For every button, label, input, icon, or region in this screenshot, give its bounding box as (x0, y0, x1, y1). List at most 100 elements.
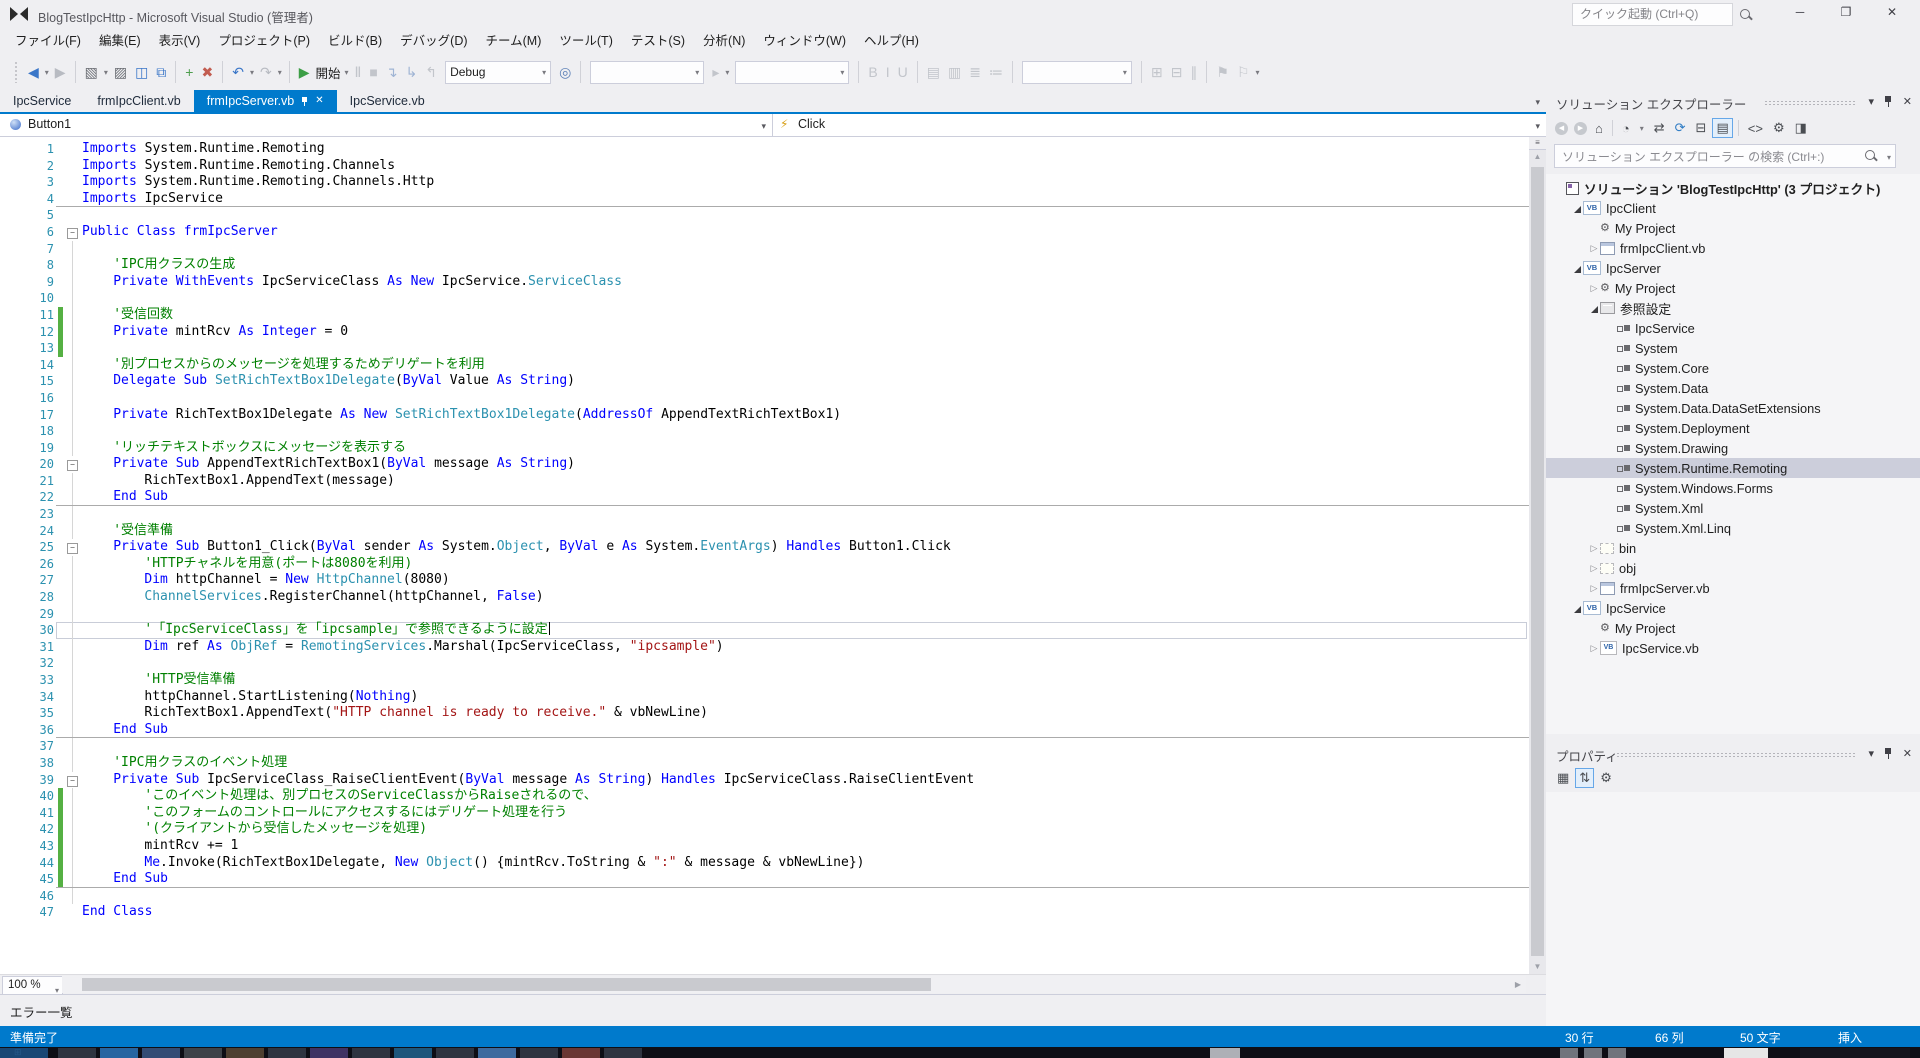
taskbar-app[interactable] (58, 1048, 96, 1058)
minimize-button[interactable]: ─ (1778, 0, 1822, 24)
start-debug-dropdown[interactable]: ▾ (343, 68, 351, 77)
code-line[interactable]: 33 'HTTP受信準備 (0, 672, 1529, 689)
se-switch-views-icon[interactable]: ⇄ (1650, 118, 1669, 138)
tree-item[interactable]: ▷ ⚙ My Project (1546, 278, 1920, 298)
replace-combo[interactable]: ▾ (735, 60, 850, 84)
stop-icon[interactable]: ■ (365, 60, 381, 84)
tree-item[interactable]: System.Windows.Forms (1546, 478, 1920, 498)
code-line[interactable]: 8 'IPC用クラスの生成 (0, 257, 1529, 274)
code-line[interactable]: 22 End Sub (0, 489, 1529, 507)
code-line[interactable]: 38 'IPC用クラスのイベント処理 (0, 754, 1529, 772)
tab-frmipcclient-vb[interactable]: frmIpcClient.vb (84, 90, 193, 112)
tree-item[interactable]: VB IpcService (1546, 598, 1920, 618)
pin-icon[interactable] (301, 96, 308, 106)
windows-taskbar[interactable]: ⊞ (0, 1047, 1920, 1058)
code-line[interactable]: 10 (0, 290, 1529, 307)
bookmark-icon[interactable]: ⚑ (1212, 60, 1233, 84)
expanded-arrow-icon[interactable] (1571, 261, 1583, 276)
chevron-down-icon[interactable]: ▾ (761, 121, 766, 132)
code-line[interactable]: 25 − Private Sub Button1_Click(ByVal sende… (0, 539, 1529, 556)
find-options-dropdown[interactable]: ▾ (723, 68, 731, 77)
code-line[interactable]: 6 − Public Class frmIpcServer (0, 224, 1529, 241)
taskbar-app[interactable] (352, 1048, 390, 1058)
collapsed-arrow-icon[interactable]: ▷ (1588, 563, 1600, 574)
code-line[interactable]: 32 (0, 655, 1529, 672)
code-line[interactable]: 44 Me.Invoke(RichTextBox1Delegate, New Ob… (0, 854, 1529, 872)
code-line[interactable]: 4 Imports IpcService (0, 191, 1529, 208)
se-pending-changes-icon[interactable]: ◔ (1618, 119, 1634, 138)
italic-icon[interactable]: I (882, 60, 894, 84)
code-line[interactable]: 40 'このイベント処理は、別プロセスのServiceClassからRaiseされ… (0, 788, 1529, 805)
close-icon[interactable]: ✕ (1903, 747, 1912, 761)
solution-config-combo[interactable]: Debug ▾ (445, 60, 552, 84)
se-pending-dropdown[interactable]: ▾ (1636, 122, 1648, 135)
find-combo[interactable]: ▾ (590, 60, 705, 84)
code-line[interactable]: 20 − Private Sub AppendTextRichTextBox1(By… (0, 456, 1529, 473)
code-editor[interactable]: 1 Imports System.Runtime.Remoting 2 Imports… (0, 137, 1529, 978)
menu-item[interactable]: ウィンドウ(W) (754, 28, 855, 54)
taskbar-app[interactable] (142, 1048, 180, 1058)
code-line[interactable]: 11 '受信回数 (0, 306, 1529, 324)
code-line[interactable]: 12 Private mintRcv As Integer = 0 (0, 323, 1529, 341)
bullets-icon[interactable]: ≣ (965, 60, 985, 84)
collapsed-arrow-icon[interactable]: ▷ (1588, 283, 1600, 294)
collapsed-arrow-icon[interactable]: ▷ (1588, 543, 1600, 554)
redo-dropdown[interactable]: ▾ (276, 68, 284, 77)
pause-icon[interactable]: Ⅱ (351, 60, 366, 84)
se-sync-active-document-icon[interactable]: ▤ (1712, 118, 1733, 138)
save-icon[interactable]: ◫ (131, 60, 152, 84)
window-position-dropdown-icon[interactable]: ▾ (1868, 747, 1874, 761)
columns-icon[interactable]: ∥ (1186, 60, 1201, 84)
se-properties-icon[interactable]: ⚙ (1769, 118, 1789, 138)
object-dropdown[interactable]: Button1 ▾ (0, 114, 773, 136)
code-line[interactable]: 24 '受信準備 (0, 522, 1529, 540)
fold-toggle[interactable]: − (67, 775, 78, 787)
tree-item[interactable]: System.Runtime.Remoting (1546, 458, 1920, 478)
code-line[interactable]: 47 End Class (0, 904, 1529, 921)
nav-backward-icon[interactable]: ◀ (24, 60, 43, 84)
tray-icon[interactable] (1584, 1048, 1602, 1058)
menu-item[interactable]: ヘルプ(H) (855, 28, 928, 54)
add-item-icon[interactable]: + (181, 60, 197, 84)
event-dropdown[interactable]: ⚡ Click ▾ (772, 114, 1546, 136)
menu-item[interactable]: プロジェクト(P) (209, 28, 319, 54)
toolbar-overflow-dropdown[interactable]: ▾ (1254, 68, 1262, 77)
pin-icon[interactable] (1884, 748, 1892, 759)
tree-item[interactable]: System.Deployment (1546, 418, 1920, 438)
code-line[interactable]: 31 Dim ref As ObjRef = RemotingServices.M… (0, 638, 1529, 656)
remove-item-icon[interactable]: ✖ (197, 60, 217, 84)
taskbar-app[interactable] (184, 1048, 222, 1058)
code-line[interactable]: 19 'リッチテキストボックスにメッセージを表示する (0, 439, 1529, 457)
se-preview-icon[interactable]: ◨ (1791, 118, 1811, 138)
expanded-arrow-icon[interactable] (1588, 301, 1600, 316)
open-file-icon[interactable]: ▨ (110, 60, 131, 84)
tree-item[interactable]: ▷ frmIpcServer.vb (1546, 578, 1920, 598)
solution-explorer-search-input[interactable]: ソリューション エクスプローラー の検索 (Ctrl+:) ▾ (1554, 144, 1896, 168)
start-debug-label[interactable]: 開始 (314, 63, 343, 82)
tree-item[interactable]: IpcService (1546, 318, 1920, 338)
close-button[interactable]: ✕ (1870, 0, 1914, 24)
editor-split-handle[interactable]: ≡ (1529, 137, 1546, 150)
taskbar-app-active[interactable] (478, 1048, 516, 1058)
taskbar-app[interactable] (394, 1048, 432, 1058)
layout-icon[interactable]: ⊟ (1167, 60, 1187, 84)
code-line[interactable]: 28 ChannelServices.RegisterChannel(httpCh… (0, 589, 1529, 606)
code-line[interactable]: 21 RichTextBox1.AppendText(message) (0, 472, 1529, 490)
code-line[interactable]: 29 (0, 605, 1529, 623)
align-center-icon[interactable]: ▥ (944, 60, 965, 84)
bold-icon[interactable]: B (864, 60, 881, 84)
vertical-scrollbar[interactable]: ≡ ▲ ▼ (1529, 137, 1546, 974)
tree-item[interactable]: System.Xml.Linq (1546, 518, 1920, 538)
search-icon[interactable] (1740, 9, 1750, 19)
menu-item[interactable]: テスト(S) (622, 28, 694, 54)
menu-item[interactable]: チーム(M) (477, 28, 551, 54)
taskbar-app[interactable] (310, 1048, 348, 1058)
code-line[interactable]: 26 'HTTPチャネルを用意(ポートは8080を利用) (0, 555, 1529, 573)
code-line[interactable]: 46 (0, 887, 1529, 905)
props-categorized-icon[interactable]: ▦ (1553, 768, 1573, 788)
code-line[interactable]: 43 mintRcv += 1 (0, 837, 1529, 855)
collapsed-arrow-icon[interactable]: ▷ (1588, 643, 1600, 654)
scroll-down-icon[interactable]: ▼ (1529, 960, 1546, 974)
chevron-down-icon[interactable]: ▾ (1887, 153, 1891, 162)
numbering-icon[interactable]: ≔ (985, 60, 1007, 84)
